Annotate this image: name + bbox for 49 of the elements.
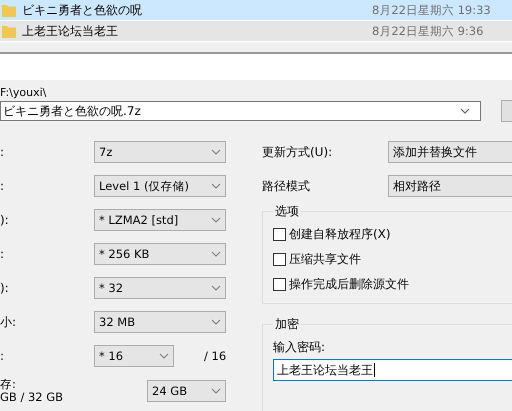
folder-icon	[2, 24, 16, 38]
setting-label: :	[0, 145, 6, 159]
option-checkbox[interactable]: 压缩共享文件	[273, 247, 512, 272]
setting-label: :	[0, 247, 6, 261]
thread-total: / 16	[204, 349, 226, 363]
memory-label: 存:	[0, 378, 17, 391]
setting-dropdown[interactable]: * 32	[94, 277, 226, 299]
update-mode-label: 更新方式(U):	[262, 144, 334, 160]
encryption-title: 加密	[274, 316, 300, 333]
file-date: 8月22日星期六 19:33	[372, 2, 492, 18]
update-mode-dropdown[interactable]: 添加并替换文件	[388, 141, 512, 163]
folder-icon	[2, 3, 16, 17]
archive-name-field[interactable]: ビキニ勇者と色欲の呪.7z	[0, 101, 482, 121]
chevron-down-icon	[211, 319, 221, 325]
option-checkbox[interactable]: 操作完成后删除源文件	[273, 272, 512, 297]
setting-label: :	[0, 179, 6, 193]
archive-path: F:\youxi\	[0, 85, 48, 100]
path-mode-dropdown[interactable]: 相对路径	[388, 175, 512, 197]
memory-dropdown[interactable]: 24 GB	[147, 380, 226, 402]
chevron-down-icon	[211, 217, 221, 223]
options-title: 选项	[274, 203, 300, 220]
browse-button[interactable]	[501, 100, 512, 122]
path-mode-label: 路径模式	[262, 178, 311, 194]
setting-dropdown[interactable]: 7z	[94, 141, 226, 163]
option-checkbox[interactable]: 创建自释放程序(X)	[273, 222, 512, 247]
setting-label: :	[0, 349, 6, 363]
file-name: ビキニ勇者と色欲の呪	[22, 2, 143, 18]
file-row[interactable]: 上老王论坛当老王 8月22日星期六 9:36	[0, 21, 512, 42]
file-name: 上老王论坛当老王	[22, 22, 119, 40]
setting-dropdown[interactable]: 32 MB	[94, 311, 226, 333]
setting-dropdown[interactable]: * 16	[94, 345, 174, 367]
chevron-down-icon	[211, 149, 221, 155]
setting-label: 小:	[0, 314, 18, 330]
memory-usage: GB / 32 GB	[0, 391, 64, 404]
chevron-down-icon	[211, 388, 221, 394]
chevron-down-icon	[460, 108, 470, 114]
chevron-down-icon	[159, 353, 169, 359]
password-label: 输入密码:	[273, 339, 326, 356]
setting-dropdown[interactable]: Level 1 (仅存储)	[94, 175, 226, 197]
chevron-down-icon	[211, 285, 221, 291]
file-date: 8月22日星期六 9:36	[372, 24, 484, 38]
chevron-down-icon	[211, 251, 221, 257]
chevron-down-icon	[211, 183, 221, 189]
setting-dropdown[interactable]: * 256 KB	[94, 243, 226, 265]
setting-label: ):	[0, 281, 10, 295]
setting-label: ):	[0, 213, 10, 227]
setting-dropdown[interactable]: * LZMA2 [std]	[94, 209, 226, 231]
password-field[interactable]: 上老王论坛当老王	[273, 359, 512, 381]
file-row[interactable]: ビキニ勇者と色欲の呪 8月22日星期六 19:33	[0, 0, 512, 21]
